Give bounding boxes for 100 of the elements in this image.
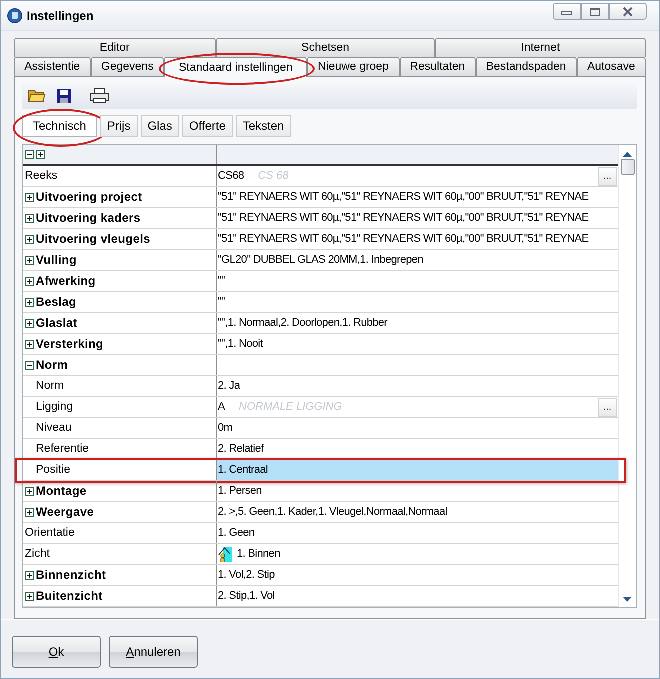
close-icon bbox=[622, 6, 634, 16]
property-label: Positie bbox=[36, 464, 71, 476]
group-label: Beslag bbox=[36, 295, 77, 309]
property-row[interactable]: Reeks CS68 CS 68 ... bbox=[23, 166, 618, 187]
tab[interactable]: Internet bbox=[435, 38, 646, 57]
group-label: Vulling bbox=[36, 253, 77, 267]
property-row[interactable]: Binnenzicht 1. Vol,2. Stip bbox=[23, 565, 618, 586]
tab[interactable]: Glas bbox=[140, 114, 180, 137]
expand-icon[interactable] bbox=[25, 486, 34, 496]
expand-icon[interactable] bbox=[25, 234, 34, 244]
property-value: 1. Geen bbox=[218, 527, 255, 539]
property-value: CS68 bbox=[218, 170, 244, 182]
expand-icon[interactable] bbox=[25, 298, 34, 306]
property-value: 1. Centraal bbox=[218, 464, 268, 476]
property-row[interactable]: Vulling "GL20" DUBBEL GLAS 20MM,1. Inbegrepen bbox=[23, 250, 618, 271]
group-label: Norm bbox=[36, 358, 68, 372]
expand-icon[interactable] bbox=[25, 340, 34, 348]
property-row[interactable]: Norm 2. Ja bbox=[23, 376, 618, 397]
browse-button[interactable]: ... bbox=[598, 166, 617, 186]
property-row[interactable]: Uitvoering vleugels "51" REYNAERS WIT 60µ,"51" REYNAERS WIT 60µ,"00" BRUUT,"51" REYNAE bbox=[23, 229, 618, 250]
property-row[interactable]: Norm bbox=[23, 355, 618, 376]
collapse-all-icon[interactable] bbox=[25, 150, 34, 159]
expand-all-icon[interactable] bbox=[36, 150, 45, 159]
expand-icon[interactable] bbox=[25, 570, 34, 580]
maximize-icon bbox=[589, 6, 601, 16]
tab[interactable]: Schetsen bbox=[216, 38, 436, 57]
property-value: "GL20" DUBBEL GLAS 20MM,1. Inbegrepen bbox=[218, 254, 424, 266]
property-value: 1. Binnen bbox=[237, 548, 280, 560]
hint-text: CS 68 bbox=[258, 170, 289, 182]
property-value: 2. Stip,1. Vol bbox=[218, 590, 275, 602]
dialog-button[interactable]: Annuleren bbox=[109, 636, 198, 668]
group-label: Afwerking bbox=[36, 274, 96, 288]
tab[interactable]: Offerte bbox=[182, 114, 233, 137]
tab[interactable]: Teksten bbox=[236, 114, 292, 137]
property-label: Norm bbox=[36, 380, 64, 392]
property-label: Niveau bbox=[36, 422, 72, 434]
tab[interactable]: Standaard instellingen bbox=[164, 57, 308, 77]
tab[interactable]: Gegevens bbox=[90, 57, 164, 76]
tab[interactable]: Assistentie bbox=[14, 57, 91, 76]
property-value: 1. Persen bbox=[218, 485, 262, 497]
tab[interactable]: Prijs bbox=[100, 114, 138, 137]
tab[interactable]: Bestandspaden bbox=[476, 57, 577, 76]
property-value: "51" REYNAERS WIT 60µ,"51" REYNAERS WIT 60µ,"00" BRUUT,"51" REYNAE bbox=[218, 233, 589, 245]
group-label: Binnenzicht bbox=[36, 568, 106, 582]
property-label: Zicht bbox=[25, 548, 50, 560]
property-row[interactable]: Montage 1. Persen bbox=[23, 481, 618, 502]
property-row[interactable]: Uitvoering project "51" REYNAERS WIT 60µ,"51" REYNAERS WIT 60µ,"00" BRUUT,"51" REYNAE bbox=[23, 187, 618, 208]
minimize-button[interactable] bbox=[553, 3, 581, 20]
property-value: 0m bbox=[218, 422, 233, 434]
printer-icon[interactable] bbox=[90, 88, 110, 104]
expand-icon[interactable] bbox=[25, 256, 34, 264]
property-row[interactable]: Buitenzicht 2. Stip,1. Vol bbox=[23, 586, 618, 607]
tab[interactable]: Technisch bbox=[22, 114, 98, 137]
property-row[interactable]: Weergave 2. >,5. Geen,1. Kader,1. Vleugel,Normaal,Normaal bbox=[23, 502, 618, 523]
property-value: "51" REYNAERS WIT 60µ,"51" REYNAERS WIT 60µ,"00" BRUUT,"51" REYNAE bbox=[218, 191, 589, 203]
property-value: 2. Ja bbox=[218, 380, 240, 392]
property-value: 1. Vol,2. Stip bbox=[218, 569, 275, 581]
tab[interactable]: Editor bbox=[14, 38, 216, 57]
scroll-down-icon[interactable] bbox=[623, 597, 632, 603]
expand-icon[interactable] bbox=[25, 508, 34, 516]
group-label: Glaslat bbox=[36, 316, 78, 330]
tab[interactable]: Nieuwe groep bbox=[307, 57, 400, 76]
property-value: 2. >,5. Geen,1. Kader,1. Vleugel,Normaal,Normaal bbox=[218, 506, 448, 518]
scrollbar-thumb[interactable] bbox=[620, 159, 634, 175]
maximize-button[interactable] bbox=[581, 3, 609, 20]
property-value: A bbox=[218, 401, 225, 413]
expand-icon[interactable] bbox=[25, 276, 34, 286]
close-button[interactable] bbox=[609, 3, 647, 20]
expand-icon[interactable] bbox=[25, 592, 34, 600]
expand-icon[interactable] bbox=[25, 192, 34, 202]
property-value: "" bbox=[218, 275, 226, 287]
property-row[interactable]: Uitvoering kaders "51" REYNAERS WIT 60µ,"51" REYNAERS WIT 60µ,"00" BRUUT,"51" REYNAE bbox=[23, 208, 618, 229]
property-label: Ligging bbox=[36, 401, 74, 413]
group-label: Weergave bbox=[36, 505, 94, 519]
property-value: "",1. Normaal,2. Doorlopen,1. Rubber bbox=[218, 317, 388, 329]
property-row[interactable]: Zicht 1. Binnen bbox=[23, 544, 618, 565]
property-row[interactable]: Niveau 0m bbox=[23, 418, 618, 439]
property-row[interactable]: Beslag "" bbox=[23, 292, 618, 313]
app-icon bbox=[7, 8, 23, 24]
group-label: Uitvoering kaders bbox=[36, 211, 141, 225]
property-row[interactable]: Versterking "",1. Nooit bbox=[23, 334, 618, 355]
collapse-icon[interactable] bbox=[25, 360, 34, 370]
property-row[interactable]: Ligging A NORMALE LIGGING ... bbox=[23, 397, 618, 418]
property-row[interactable]: Orientatie 1. Geen bbox=[23, 523, 618, 544]
tab[interactable]: Autosave bbox=[576, 57, 646, 76]
browse-button[interactable]: ... bbox=[598, 398, 617, 416]
property-value: "",1. Nooit bbox=[218, 338, 263, 350]
scroll-up-icon[interactable] bbox=[623, 151, 632, 157]
property-label: Reeks bbox=[25, 170, 58, 182]
expand-icon[interactable] bbox=[25, 318, 34, 328]
dialog-button[interactable]: Ok bbox=[12, 636, 101, 668]
property-row[interactable]: Glaslat "",1. Normaal,2. Doorlopen,1. Rubber bbox=[23, 313, 618, 334]
group-label: Uitvoering project bbox=[36, 190, 142, 204]
property-value: "" bbox=[218, 296, 226, 308]
tab[interactable]: Resultaten bbox=[400, 57, 476, 76]
folder-icon[interactable] bbox=[28, 88, 46, 104]
property-label: Orientatie bbox=[25, 527, 75, 539]
hint-text: NORMALE LIGGING bbox=[239, 401, 342, 413]
expand-icon[interactable] bbox=[25, 214, 34, 222]
property-row[interactable]: Afwerking "" bbox=[23, 271, 618, 292]
